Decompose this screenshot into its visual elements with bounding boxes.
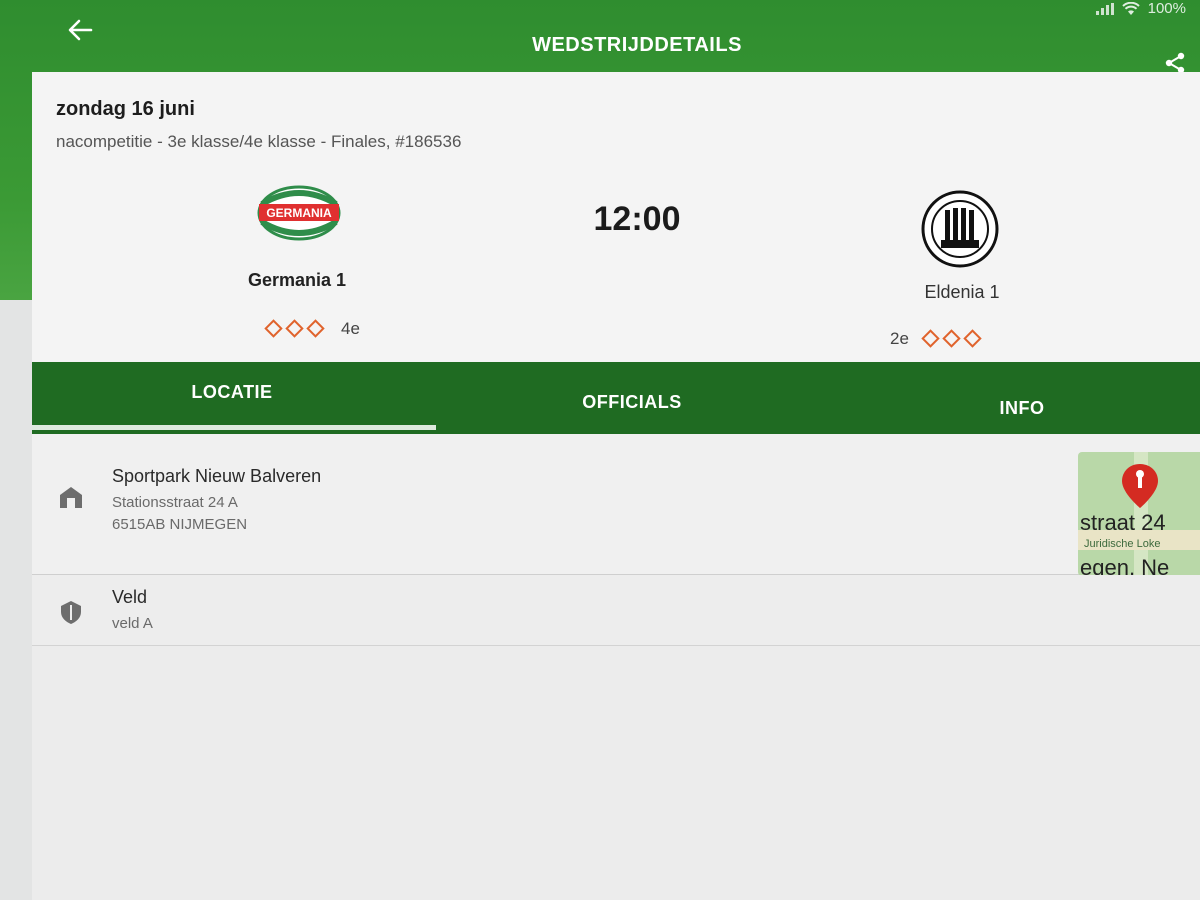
location-panel: Sportpark Nieuw Balveren Stationsstraat …: [32, 434, 1200, 900]
home-team-logo[interactable]: GERMANIA: [256, 184, 342, 242]
tab-label: LOCATIE: [191, 381, 273, 402]
venue-street: Stationsstraat 24 A: [112, 494, 238, 511]
building-icon: [60, 487, 82, 508]
rank-diamond-icon: [285, 319, 304, 338]
competition-info: nacompetitie - 3e klasse/4e klasse - Fin…: [56, 132, 462, 151]
venue-row[interactable]: Sportpark Nieuw Balveren Stationsstraat …: [32, 434, 1200, 576]
home-team-rank: 4e: [264, 318, 360, 339]
home-team-name[interactable]: Germania 1: [212, 270, 382, 291]
away-rank-diamonds: [921, 328, 982, 349]
home-rank-label: 4e: [341, 318, 360, 338]
home-rank-diamonds: [264, 318, 325, 339]
map-label-city: egen, Ne: [1080, 555, 1170, 576]
rank-diamond-icon: [306, 319, 325, 338]
away-team-name[interactable]: Eldenia 1: [892, 282, 1032, 303]
tab-locatie[interactable]: LOCATIE: [32, 362, 432, 434]
field-value: veld A: [112, 615, 153, 632]
rank-diamond-icon: [942, 329, 961, 348]
tab-label: INFO: [999, 397, 1045, 418]
rank-diamond-icon: [963, 329, 982, 348]
tab-label: OFFICIALS: [582, 391, 682, 412]
venue-name: Sportpark Nieuw Balveren: [112, 466, 322, 486]
home-logo-text: GERMANIA: [266, 206, 332, 220]
map-thumbnail[interactable]: straat 24 Juridische Loke egen, Ne: [1078, 452, 1200, 576]
top-app-bar: WEDSTRIJDDETAILS: [0, 0, 1200, 74]
map-label-street: straat 24: [1080, 510, 1166, 535]
match-card: zondag 16 juni nacompetitie - 3e klasse/…: [32, 72, 1200, 382]
field-row[interactable]: Veld veld A: [32, 575, 1200, 646]
rank-diamond-icon: [921, 329, 940, 348]
field-pin-icon: [61, 601, 81, 624]
active-tab-indicator: [32, 425, 436, 430]
away-team-rank: 2e: [890, 328, 982, 349]
tab-officials[interactable]: OFFICIALS: [432, 362, 832, 434]
tab-bar: LOCATIE OFFICIALS INFO: [32, 362, 1200, 434]
match-date: zondag 16 juni: [56, 98, 195, 120]
away-rank-label: 2e: [890, 328, 909, 348]
match-time: 12:00: [593, 200, 681, 238]
map-label-poi: Juridische Loke: [1084, 538, 1161, 550]
side-strip: [0, 300, 32, 900]
page-title: WEDSTRIJDDETAILS: [532, 34, 742, 56]
map-pin-icon: [1122, 464, 1158, 508]
rank-diamond-icon: [264, 319, 283, 338]
away-team-logo[interactable]: [921, 190, 999, 268]
venue-city: 6515AB NIJMEGEN: [112, 516, 248, 533]
field-label: Veld: [112, 587, 148, 607]
